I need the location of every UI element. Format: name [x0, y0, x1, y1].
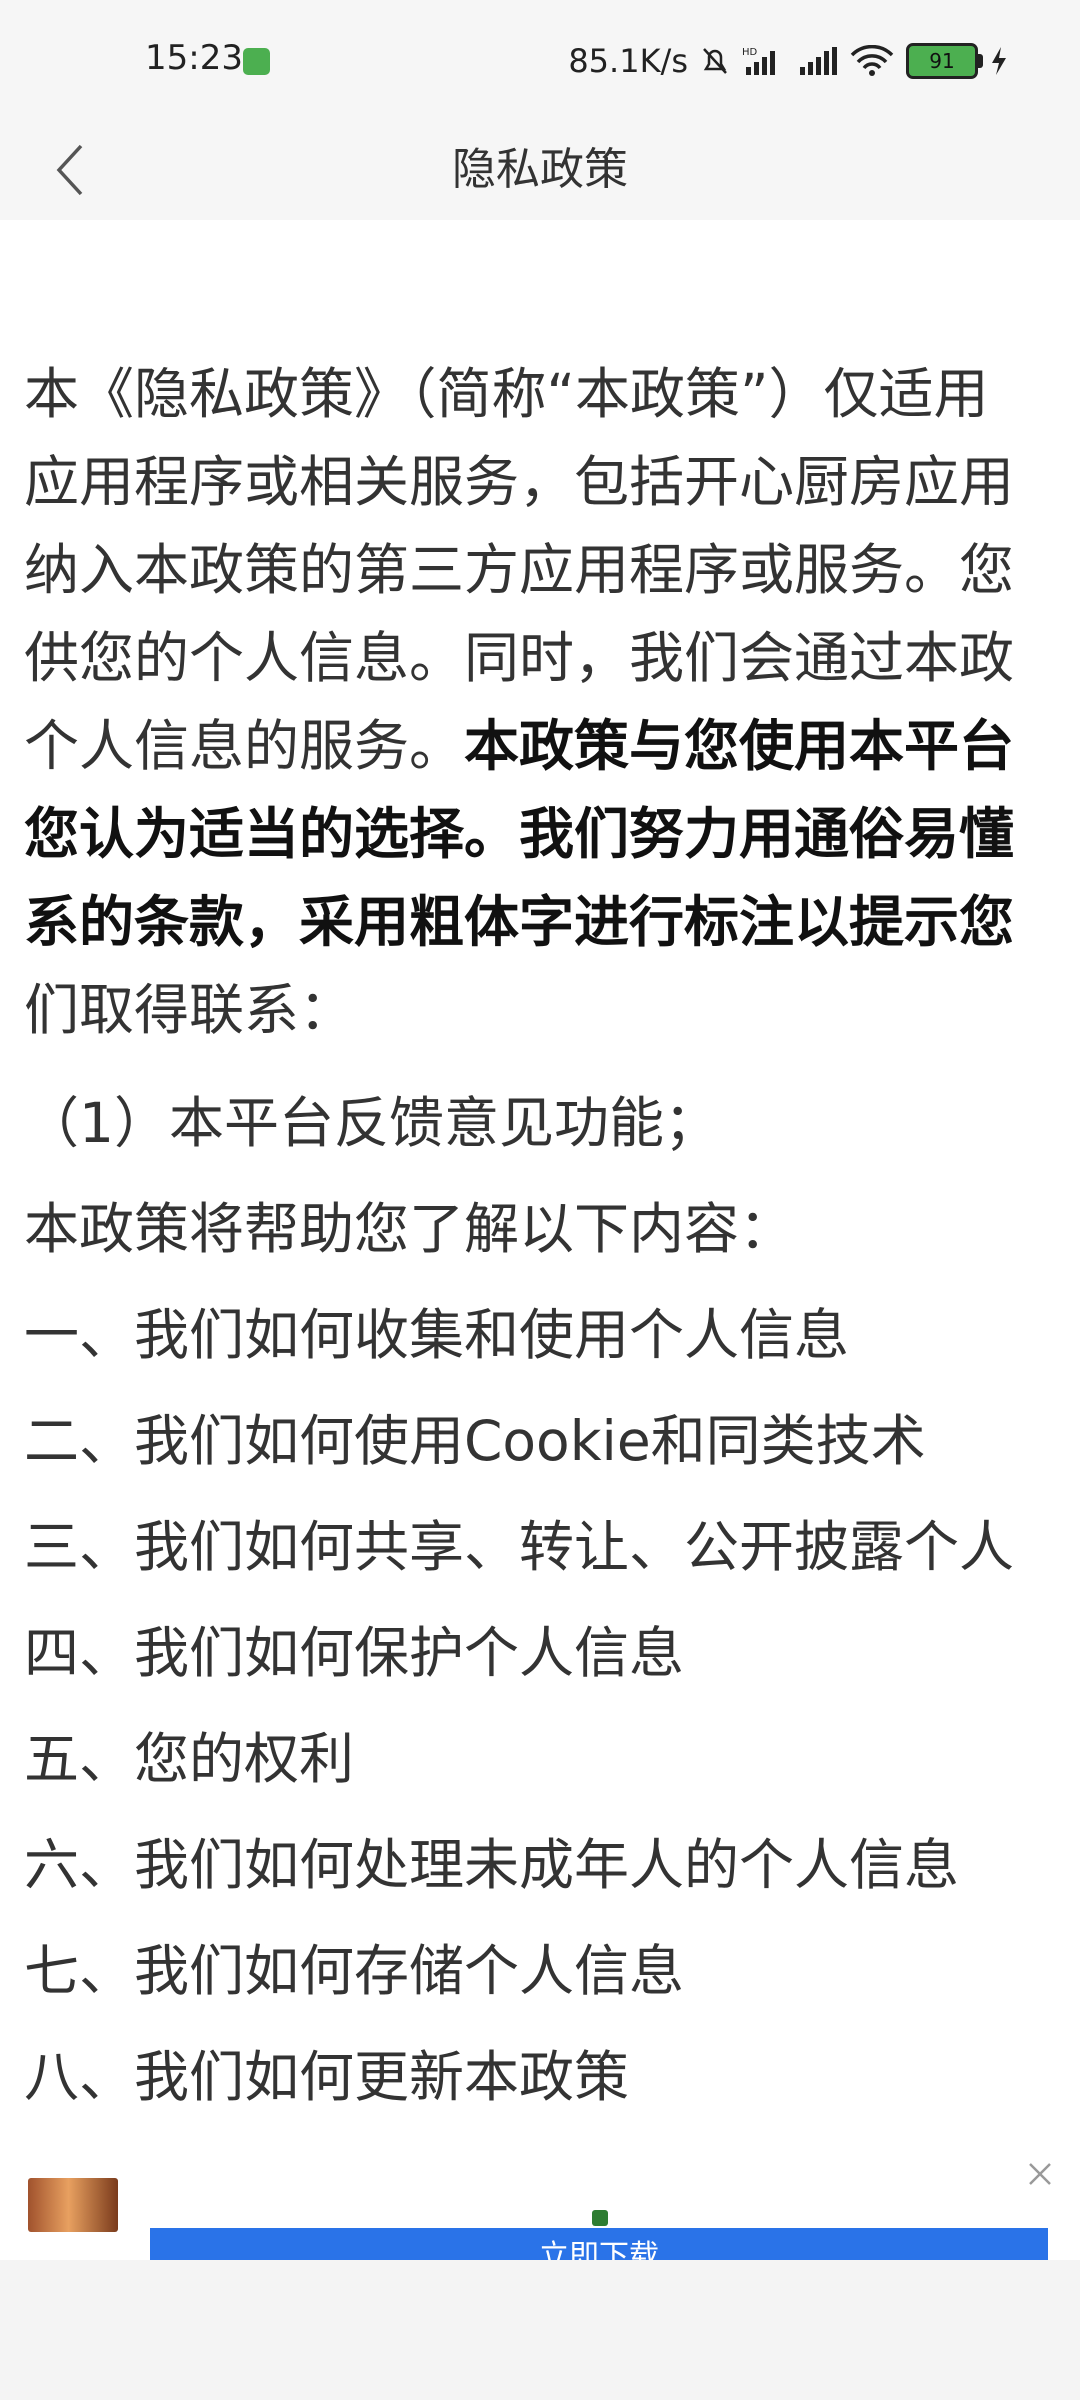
- toc-item: 七、我们如何存储个人信息: [24, 1939, 685, 2003]
- status-bar: 15:23 85.1K/s HD 91: [0, 0, 1080, 120]
- toc-item: 一、我们如何收集和使用个人信息: [24, 1303, 850, 1367]
- intro-bold-text: 本政策与您使用本平台: [464, 714, 1015, 778]
- close-icon: [1029, 2163, 1051, 2185]
- battery-level: 91: [929, 49, 955, 73]
- hd-signal-icon: HD: [742, 47, 775, 75]
- back-button[interactable]: [30, 120, 110, 220]
- ad-banner[interactable]: 立即下载: [0, 2140, 1080, 2260]
- policy-content[interactable]: 本《隐私政策》（简称“本政策”）仅适用 应用程序或相关服务，包括开心厨房应用 纳…: [0, 220, 1080, 2140]
- status-indicators: 85.1K/s HD 91: [568, 38, 1008, 84]
- feedback-item: （1）本平台反馈意见功能；: [24, 1091, 719, 1155]
- ad-close-button[interactable]: [1020, 2154, 1060, 2194]
- wifi-icon: [850, 45, 894, 76]
- ad-thumbnail[interactable]: [28, 2178, 118, 2232]
- header-bar: 隐私政策: [0, 120, 1080, 220]
- battery-icon: 91: [906, 43, 983, 79]
- silent-bell-icon: [703, 48, 727, 74]
- intro-line: 纳入本政策的第三方应用程序或服务。您: [24, 538, 1015, 602]
- intro-bold-line: 系的条款，采用粗体字进行标注以提示您: [24, 890, 1015, 954]
- intro-line: 应用程序或相关服务，包括开心厨房应用: [24, 450, 1015, 514]
- toc-item: 三、我们如何共享、转让、公开披露个人: [24, 1515, 1015, 1579]
- page-title: 隐私政策: [452, 144, 628, 195]
- charging-icon: [992, 47, 1006, 75]
- svg-text:HD: HD: [742, 47, 758, 58]
- signal-icon: [800, 47, 837, 75]
- toc-item: 四、我们如何保护个人信息: [24, 1621, 685, 1685]
- toc-item: 六、我们如何处理未成年人的个人信息: [24, 1833, 960, 1897]
- chevron-left-icon: [56, 144, 83, 196]
- toc-item: 二、我们如何使用Cookie和同类技术: [24, 1409, 926, 1473]
- download-now-button[interactable]: 立即下载: [150, 2228, 1048, 2260]
- app-notification-icon: [243, 48, 270, 75]
- policy-intro: 本《隐私政策》（简称“本政策”）仅适用 应用程序或相关服务，包括开心厨房应用 纳…: [24, 350, 1080, 1054]
- policy-outline: （1）本平台反馈意见功能； 本政策将帮助您了解以下内容： 一、我们如何收集和使用…: [24, 1070, 1080, 2130]
- intro-line: 本《隐私政策》（简称“本政策”）仅适用: [24, 362, 989, 426]
- intro-line-mixed: 个人信息的服务。本政策与您使用本平台: [24, 702, 1080, 790]
- network-speed: 85.1K/s: [568, 42, 688, 80]
- intro-normal-text: 个人信息的服务。: [24, 714, 465, 778]
- toc-intro: 本政策将帮助您了解以下内容：: [24, 1197, 795, 1261]
- toc-item: 五、您的权利: [24, 1727, 355, 1791]
- intro-line: 供您的个人信息。同时，我们会通过本政: [24, 626, 1015, 690]
- intro-bold-line: 您认为适当的选择。我们努力用通俗易懂: [24, 802, 1015, 866]
- intro-line: 们取得联系：: [24, 978, 355, 1042]
- bottom-area: [0, 2260, 1080, 2400]
- toc-item: 八、我们如何更新本政策: [24, 2045, 630, 2109]
- status-time: 15:23: [145, 38, 243, 78]
- ad-app-icon: [592, 2210, 608, 2226]
